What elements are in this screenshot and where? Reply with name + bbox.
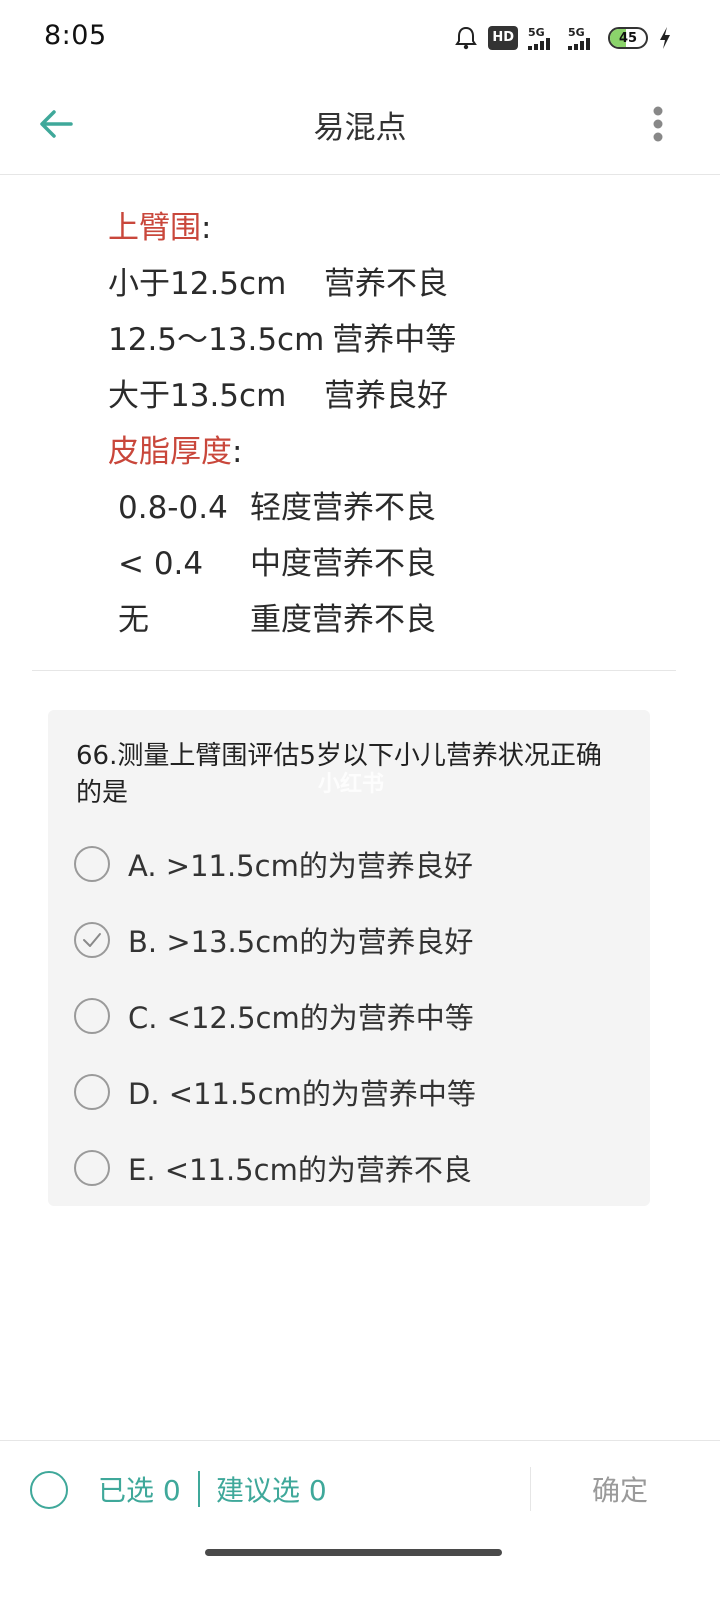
radio-unchecked-icon xyxy=(74,1074,110,1110)
select-all-circle-icon[interactable] xyxy=(30,1471,68,1509)
note-range: 无 xyxy=(118,602,149,638)
note-range: 小于12.5cm xyxy=(108,266,287,302)
note-status: 重度营养不良 xyxy=(250,602,436,638)
hd-icon: HD xyxy=(488,26,518,50)
note-status: 营养不良 xyxy=(324,266,448,302)
note-range: 12.5～13.5cm xyxy=(108,322,325,358)
note-row: 大于13.5cm 营养良好 xyxy=(108,368,668,424)
signal-5g-icon: 5G xyxy=(568,27,598,50)
note-row: < 0.4 中度营养不良 xyxy=(108,536,668,592)
section-heading: 皮脂厚度: xyxy=(108,424,668,480)
note-status: 营养中等 xyxy=(332,322,457,358)
title-bar: 易混点 xyxy=(0,76,720,175)
radio-checked-icon xyxy=(74,922,110,958)
heading-colon: : xyxy=(201,210,212,246)
home-indicator[interactable] xyxy=(205,1549,502,1556)
option-label: E. <11.5cm的为营养不良 xyxy=(128,1153,472,1187)
radio-unchecked-icon xyxy=(74,998,110,1034)
note-range: < 0.4 xyxy=(118,546,204,582)
option-a[interactable]: A. >11.5cm的为营养良好 xyxy=(74,826,634,902)
note-status: 中度营养不良 xyxy=(250,546,436,582)
note-row: 小于12.5cm 营养不良 xyxy=(108,256,668,312)
bottom-bar: 已选 0 建议选 0 确定 xyxy=(0,1440,720,1539)
battery-level: 45 xyxy=(618,30,638,46)
status-bar: 8:05 HD 5G 5G 45 xyxy=(0,0,720,76)
network-label-2: 5G xyxy=(568,25,585,39)
heading-arm-circumference: 上臂围 xyxy=(108,210,201,246)
status-icons: HD 5G 5G 45 xyxy=(454,22,672,54)
count-separator xyxy=(198,1471,200,1507)
option-d[interactable]: D. <11.5cm的为营养中等 xyxy=(74,1054,634,1130)
page-title: 易混点 xyxy=(313,110,407,146)
note-row: 0.8-0.4 轻度营养不良 xyxy=(108,480,668,536)
heading-colon: : xyxy=(232,434,243,470)
radio-unchecked-icon xyxy=(74,1150,110,1186)
note-row: 12.5～13.5cm 营养中等 xyxy=(108,312,668,368)
network-label-1: 5G xyxy=(528,25,545,39)
option-label: D. <11.5cm的为营养中等 xyxy=(128,1077,476,1111)
radio-unchecked-icon xyxy=(74,846,110,882)
notes-section: 上臂围: 小于12.5cm 营养不良 12.5～13.5cm 营养中等 大于13.5… xyxy=(108,200,668,648)
battery-icon: 45 xyxy=(608,27,648,49)
option-b[interactable]: B. >13.5cm的为营养良好 xyxy=(74,902,634,978)
note-row: 无 重度营养不良 xyxy=(108,592,668,648)
alarm-bell-icon xyxy=(454,25,478,51)
confirm-button[interactable]: 确定 xyxy=(560,1469,680,1509)
heading-skinfold-thickness: 皮脂厚度 xyxy=(108,434,232,470)
charging-bolt-icon xyxy=(658,26,672,50)
signal-5g-icon: 5G xyxy=(528,27,558,50)
watermark: 小红书 xyxy=(318,772,385,797)
section-heading: 上臂围: xyxy=(108,200,668,256)
suggested-count: 建议选 0 xyxy=(216,1474,327,1507)
option-c[interactable]: C. <12.5cm的为营养中等 xyxy=(74,978,634,1054)
option-list: A. >11.5cm的为营养良好 B. >13.5cm的为营养良好 C. <12… xyxy=(74,826,634,1206)
selected-count: 已选 0 xyxy=(98,1474,181,1507)
note-range: 0.8-0.4 xyxy=(118,490,228,526)
status-time: 8:05 xyxy=(44,20,107,51)
note-status: 轻度营养不良 xyxy=(250,490,436,526)
more-vertical-icon xyxy=(653,106,663,142)
option-label: C. <12.5cm的为营养中等 xyxy=(128,1001,474,1035)
screen: 8:05 HD 5G 5G 45 易混点 上臂围: 小于12.5cm 营养不良 … xyxy=(0,0,720,1600)
more-options-button[interactable] xyxy=(636,102,680,146)
confirm-divider xyxy=(530,1467,531,1511)
option-label: A. >11.5cm的为营养良好 xyxy=(128,849,473,883)
note-status: 营养良好 xyxy=(324,378,448,414)
option-label: B. >13.5cm的为营养良好 xyxy=(128,925,474,959)
note-range: 大于13.5cm xyxy=(108,378,287,414)
section-divider xyxy=(32,670,676,671)
option-e[interactable]: E. <11.5cm的为营养不良 xyxy=(74,1130,634,1206)
